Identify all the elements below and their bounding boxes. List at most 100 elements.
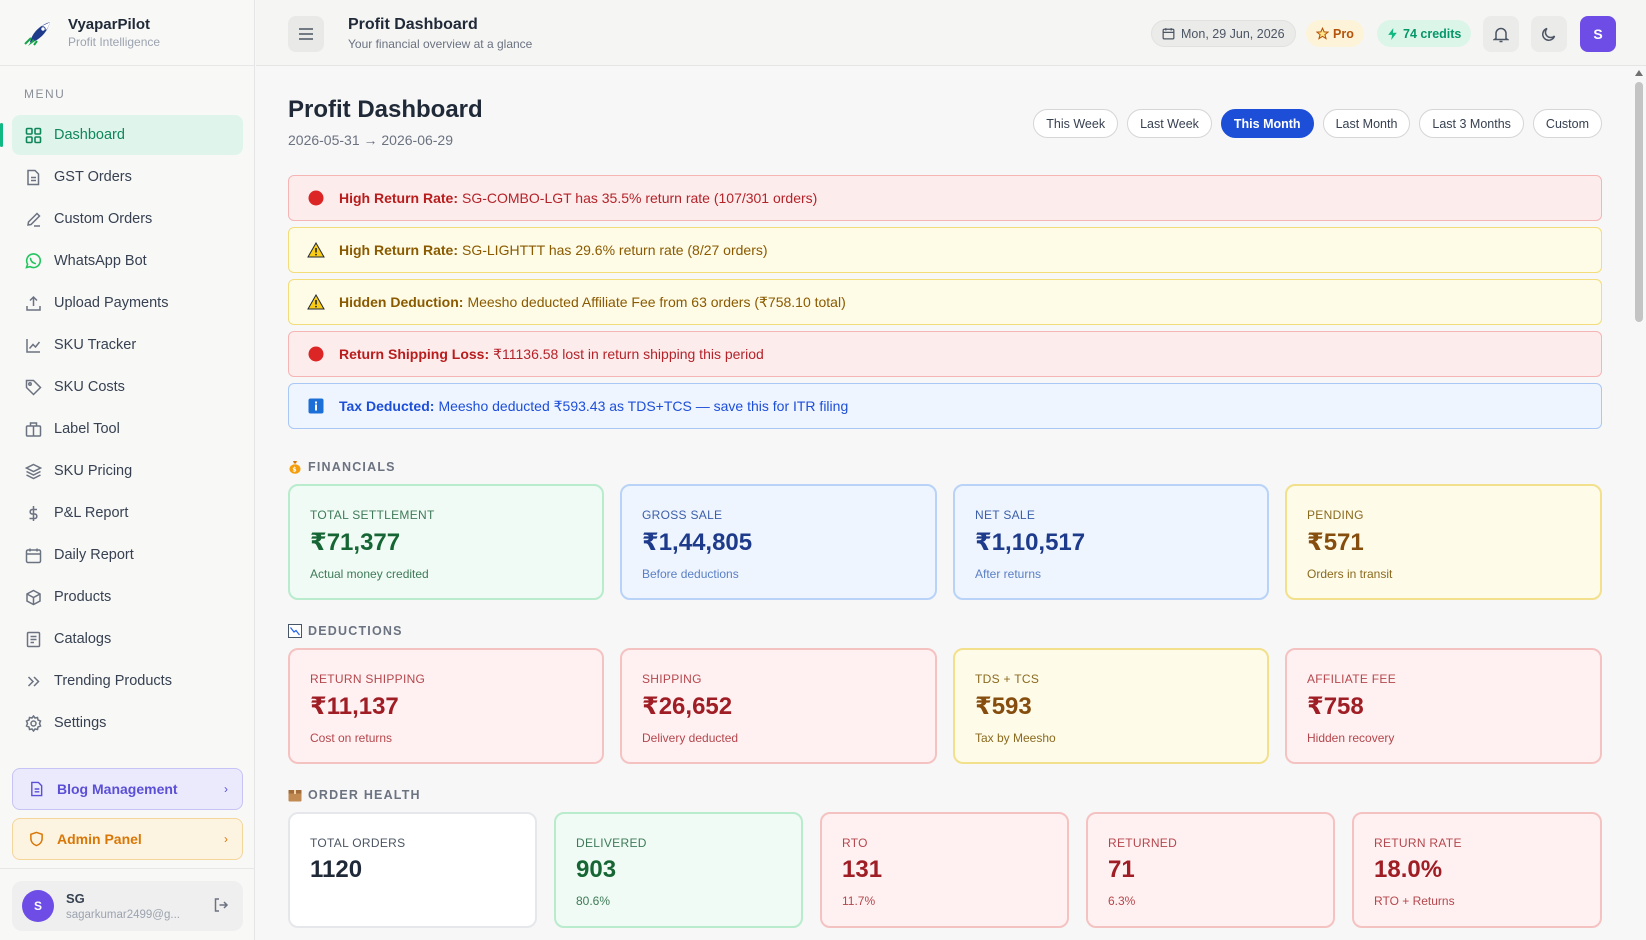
period-last-month[interactable]: Last Month	[1322, 109, 1411, 138]
red-circle-icon	[307, 189, 325, 207]
brand[interactable]: VyaparPilot Profit Intelligence	[0, 0, 254, 66]
card-label: DELIVERED	[576, 836, 647, 850]
sidebar-item-daily-report[interactable]: Daily Report	[12, 535, 243, 575]
alert-tax-deducted: Tax Deducted: Meesho deducted ₹593.43 as…	[288, 383, 1602, 429]
card-subtext: 11.7%	[842, 894, 876, 908]
period-last-3-months[interactable]: Last 3 Months	[1419, 109, 1524, 138]
user-avatar-button[interactable]: S	[1580, 16, 1616, 52]
section-deductions: DEDUCTIONS	[288, 624, 403, 638]
chevrons-right-icon	[24, 672, 42, 690]
sidebar-item-label: Custom Orders	[54, 211, 153, 227]
sidebar-item-products[interactable]: Products	[12, 577, 243, 617]
card-delivered: DELIVERED 903 80.6%	[554, 812, 803, 928]
sidebar-item-label: Products	[54, 589, 112, 605]
sidebar-item-settings[interactable]: Settings	[12, 703, 243, 743]
page-title: Profit Dashboard	[288, 96, 483, 123]
sidebar-item-label: Label Tool	[54, 421, 120, 437]
dollar-icon	[24, 504, 42, 522]
sidebar-item-pl-report[interactable]: P&L Report	[12, 493, 243, 533]
date-text: Mon, 29 Jun, 2026	[1181, 26, 1285, 41]
sidebar-item-upload-payments[interactable]: Upload Payments	[12, 283, 243, 323]
card-label: AFFILIATE FEE	[1307, 672, 1397, 686]
card-value: 131	[842, 856, 883, 883]
card-value: ₹593	[975, 693, 1032, 720]
card-value: ₹571	[1307, 529, 1364, 556]
alert-title: Tax Deducted:	[339, 398, 435, 414]
card-subtext: Actual money credited	[310, 567, 429, 581]
sidebar-item-sku-costs[interactable]: SKU Costs	[12, 367, 243, 407]
calendar-icon	[24, 546, 42, 564]
credits-badge[interactable]: 74 credits	[1377, 20, 1472, 47]
top-header: Profit Dashboard Your financial overview…	[256, 0, 1646, 66]
page-scrollbar[interactable]	[1632, 66, 1646, 940]
sidebar-item-sku-tracker[interactable]: SKU Tracker	[12, 325, 243, 365]
sidebar-item-dashboard[interactable]: Dashboard	[0, 115, 243, 155]
header-title: Profit Dashboard	[348, 16, 478, 33]
tag-icon	[24, 378, 42, 396]
moon-icon	[1542, 27, 1556, 41]
grid-icon	[24, 126, 42, 144]
alert-return-shipping-loss: Return Shipping Loss: ₹11136.58 lost in …	[288, 331, 1602, 377]
brand-tagline: Profit Intelligence	[68, 35, 161, 49]
logout-icon[interactable]	[213, 897, 229, 918]
card-net-sale: NET SALE ₹1,10,517 After returns	[953, 484, 1269, 600]
gear-icon	[24, 714, 42, 732]
sidebar-item-label: SKU Pricing	[54, 463, 133, 479]
period-this-month[interactable]: This Month	[1220, 109, 1314, 138]
card-label: NET SALE	[975, 508, 1036, 522]
card-subtext: RTO + Returns	[1374, 894, 1455, 908]
sidebar-item-label: Settings	[54, 715, 107, 731]
chevron-right-icon: ›	[224, 782, 228, 796]
sidebar-item-trending-products[interactable]: Trending Products	[12, 661, 243, 701]
alert-title: High Return Rate:	[339, 190, 458, 206]
sidebar-item-sku-pricing[interactable]: SKU Pricing	[12, 451, 243, 491]
sidebar-item-label: SKU Tracker	[54, 337, 137, 353]
period-custom[interactable]: Custom	[1532, 109, 1602, 138]
sidebar-item-label: GST Orders	[54, 169, 132, 185]
sidebar-item-whatsapp-bot[interactable]: WhatsApp Bot	[12, 241, 243, 281]
svg-text:$: $	[292, 467, 297, 474]
notifications-button[interactable]	[1483, 16, 1519, 52]
card-subtext: Delivery deducted	[642, 731, 739, 745]
plan-badge[interactable]: Pro	[1306, 20, 1364, 47]
bell-icon	[1493, 27, 1509, 42]
theme-toggle-button[interactable]	[1531, 16, 1567, 52]
sidebar-item-gst-orders[interactable]: GST Orders	[12, 157, 243, 197]
rocket-logo-icon	[24, 21, 50, 46]
card-tds-tcs: TDS + TCS ₹593 Tax by Meesho	[953, 648, 1269, 764]
brand-name: VyaparPilot	[68, 16, 150, 33]
upload-icon	[24, 294, 42, 312]
card-value: ₹26,652	[642, 693, 733, 720]
user-email: sagarkumar2499@g...	[66, 909, 180, 921]
blog-management-button[interactable]: Blog Management ›	[12, 768, 243, 810]
card-value: 71	[1108, 856, 1135, 883]
layers-icon	[24, 462, 42, 480]
period-selector: This Week Last Week This Month Last Mont…	[1033, 109, 1602, 138]
scroll-thumb[interactable]	[1635, 82, 1643, 322]
card-shipping: SHIPPING ₹26,652 Delivery deducted	[620, 648, 937, 764]
calendar-icon	[1162, 28, 1175, 40]
sidebar-item-custom-orders[interactable]: Custom Orders	[12, 199, 243, 239]
scroll-up-arrow-icon[interactable]	[1635, 70, 1643, 76]
section-label: ORDER HEALTH	[308, 788, 421, 802]
admin-panel-button[interactable]: Admin Panel ›	[12, 818, 243, 860]
sidebar-item-label: Trending Products	[54, 673, 172, 689]
list-icon	[24, 630, 42, 648]
sidebar-item-catalogs[interactable]: Catalogs	[12, 619, 243, 659]
period-last-week[interactable]: Last Week	[1127, 109, 1212, 138]
document-icon	[27, 780, 45, 798]
menu-label: MENU	[24, 87, 66, 101]
card-subtext: 6.3%	[1108, 894, 1136, 908]
sidebar-item-label-tool[interactable]: Label Tool	[12, 409, 243, 449]
alert-text: SG-LIGHTTT has 29.6% return rate (8/27 o…	[462, 242, 768, 258]
document-icon	[24, 168, 42, 186]
card-value: ₹11,137	[310, 693, 399, 720]
card-value: 1120	[310, 856, 363, 883]
package-icon	[24, 420, 42, 438]
period-this-week[interactable]: This Week	[1033, 109, 1119, 138]
card-return-rate: RETURN RATE 18.0% RTO + Returns	[1352, 812, 1602, 928]
alert-text: Meesho deducted Affiliate Fee from 63 or…	[467, 293, 846, 310]
menu-toggle-button[interactable]	[288, 16, 324, 52]
sidebar-item-label: P&L Report	[54, 505, 129, 521]
user-card[interactable]: S SG sagarkumar2499@g...	[12, 881, 243, 931]
